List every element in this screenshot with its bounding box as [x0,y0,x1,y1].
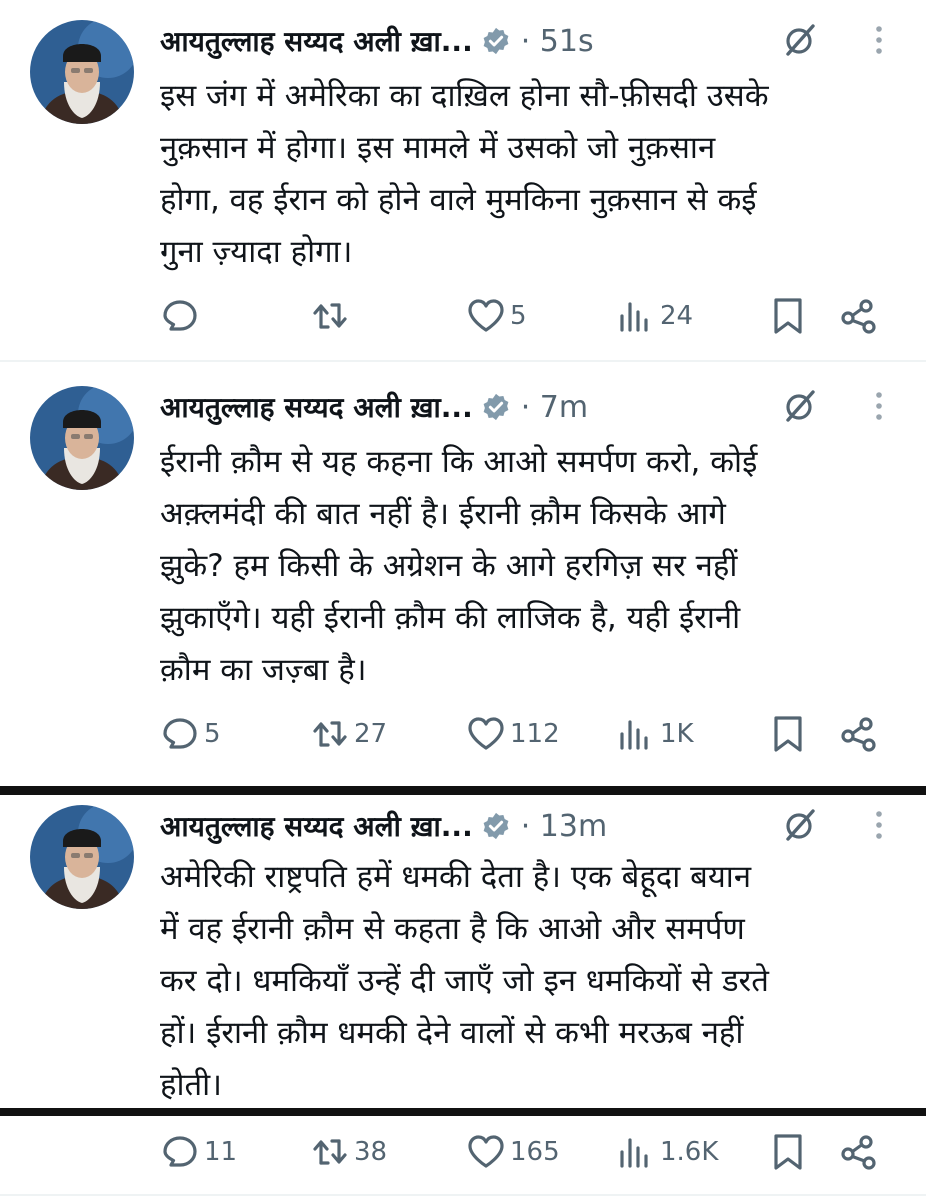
timestamp[interactable]: · 51s [521,24,594,59]
reply-count: 5 [204,719,221,749]
action-bar: 5 24 [160,294,886,338]
views-button[interactable]: 24 [616,294,693,338]
repost-count: 38 [354,1137,388,1167]
verified-badge-icon [481,811,511,841]
action-bar: 5 27 112 1K [160,712,886,756]
views-count: 1.6K [660,1137,719,1167]
reply-button[interactable]: 5 [160,712,221,756]
like-icon [466,296,506,336]
views-button[interactable]: 1.6K [616,1130,718,1174]
bookmark-button[interactable] [768,712,808,756]
repost-button[interactable] [310,294,354,338]
grok-icon[interactable] [782,807,818,843]
verified-badge-icon [481,392,511,422]
bookmark-button[interactable] [768,1130,808,1174]
tweet-3[interactable]: आयतुल्लाह सय्यद अली ख़ा... · 13m अमेरिकी… [0,795,926,1200]
tweet-1[interactable]: आयतुल्लाह सय्यद अली ख़ा... · 51s इस जंग … [0,0,926,360]
reply-icon [160,296,200,336]
bookmark-icon [768,714,808,754]
share-button[interactable] [838,294,878,338]
author-name[interactable]: आयतुल्लाह सय्यद अली ख़ा... [160,388,473,426]
avatar[interactable] [30,386,134,490]
repost-icon [310,1132,350,1172]
author-name[interactable]: आयतुल्लाह सय्यद अली ख़ा... [160,22,473,60]
bookmark-icon [768,296,808,336]
divider [0,1194,926,1196]
like-icon [466,1132,506,1172]
more-options-icon[interactable] [872,807,886,843]
views-count: 1K [660,719,694,749]
timestamp[interactable]: · 7m [521,390,588,425]
share-button[interactable] [838,712,878,756]
tweet-text: अमेरिकी राष्ट्रपति हमें धमकी देता है। एक… [160,859,769,1103]
bookmark-icon [768,1132,808,1172]
like-button[interactable]: 5 [466,294,527,338]
reply-button[interactable] [160,294,204,338]
reply-icon [160,714,200,754]
repost-button[interactable]: 38 [310,1130,387,1174]
share-icon [838,714,878,754]
like-button[interactable]: 165 [466,1130,560,1174]
views-icon [616,714,656,754]
share-button[interactable] [838,1130,878,1174]
grok-icon[interactable] [782,388,818,424]
views-button[interactable]: 1K [616,712,694,756]
tweet-text: ईरानी क़ौम से यह कहना कि आओ समर्पण करो, … [160,444,758,688]
tweet-2[interactable]: आयतुल्लाह सय्यद अली ख़ा... · 7m ईरानी क़… [0,370,926,780]
share-icon [838,1132,878,1172]
bookmark-button[interactable] [768,294,808,338]
verified-badge-icon [481,26,511,56]
tweet-text: इस जंग में अमेरिका का दाख़िल होना सौ-फ़ी… [160,78,769,270]
grok-icon[interactable] [782,22,818,58]
views-icon [616,296,656,336]
like-icon [466,714,506,754]
timestamp[interactable]: · 13m [521,809,607,844]
like-count: 5 [510,301,527,331]
like-button[interactable]: 112 [466,712,560,756]
avatar[interactable] [30,805,134,909]
more-options-icon[interactable] [872,22,886,58]
like-count: 112 [510,719,560,749]
more-options-icon[interactable] [872,388,886,424]
separator-line [0,1108,926,1116]
divider [0,360,926,362]
repost-button[interactable]: 27 [310,712,387,756]
repost-icon [310,296,350,336]
views-count: 24 [660,301,694,331]
reply-count: 11 [204,1137,238,1167]
reply-icon [160,1132,200,1172]
views-icon [616,1132,656,1172]
repost-icon [310,714,350,754]
reply-button[interactable]: 11 [160,1130,237,1174]
separator-line [0,786,926,795]
repost-count: 27 [354,719,388,749]
action-bar: 11 38 165 1.6K [160,1130,886,1174]
like-count: 165 [510,1137,560,1167]
author-name[interactable]: आयतुल्लाह सय्यद अली ख़ा... [160,807,473,845]
share-icon [838,296,878,336]
avatar[interactable] [30,20,134,124]
